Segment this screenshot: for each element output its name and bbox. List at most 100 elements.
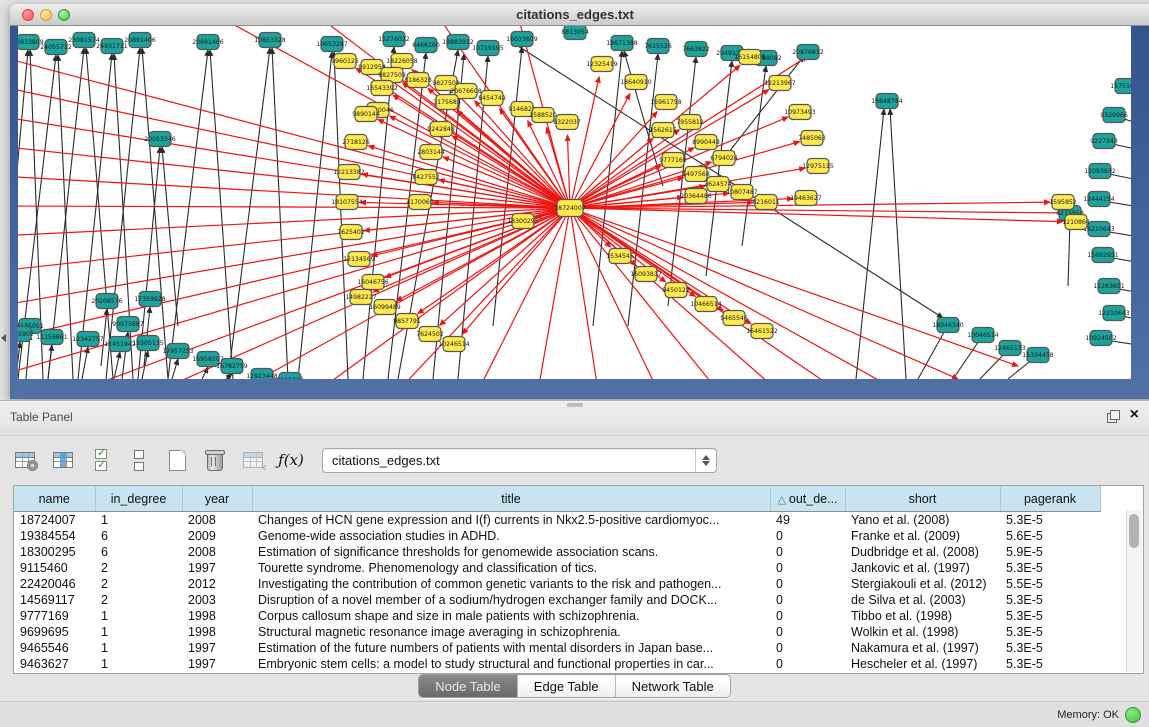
svg-text:16961758: 16961758 bbox=[650, 99, 682, 106]
memory-ok-indicator[interactable] bbox=[1125, 707, 1141, 723]
svg-text:7615526: 7615526 bbox=[644, 43, 672, 50]
svg-text:10853328: 10853328 bbox=[254, 37, 286, 44]
tab-edge-table[interactable]: Edge Table bbox=[518, 675, 616, 697]
svg-text:18046340: 18046340 bbox=[932, 322, 964, 329]
delete-table-icon: x bbox=[243, 452, 263, 468]
table-row[interactable]: 911546021997Tourette syndrome. Phenomeno… bbox=[14, 560, 1100, 576]
table-select-dropdown[interactable]: citations_edges.txt bbox=[322, 448, 717, 473]
table-row[interactable]: 1872400712008Changes of HCN gene express… bbox=[14, 512, 1100, 529]
table-row[interactable]: 977716911998Corpus callosum shape and si… bbox=[14, 608, 1100, 624]
svg-text:11283601: 11283601 bbox=[1093, 283, 1125, 290]
svg-text:16154808: 16154808 bbox=[734, 54, 766, 61]
svg-text:18724007: 18724007 bbox=[554, 205, 586, 212]
column-header-short[interactable]: short bbox=[845, 486, 1000, 512]
svg-text:2718126: 2718126 bbox=[342, 139, 370, 146]
table-row[interactable]: 1456911722003Disruption of a novel membe… bbox=[14, 592, 1100, 608]
table-mode-button[interactable] bbox=[12, 447, 38, 473]
svg-text:1210864: 1210864 bbox=[1062, 219, 1090, 226]
sort-ascending-icon: △ bbox=[777, 494, 785, 506]
vertical-scrollbar[interactable] bbox=[1126, 510, 1142, 672]
svg-text:20206576: 20206576 bbox=[91, 298, 123, 305]
function-builder-icon: ƒ(x) bbox=[278, 451, 304, 469]
svg-text:10719195: 10719195 bbox=[472, 45, 504, 52]
column-header-title[interactable]: title bbox=[252, 486, 770, 512]
column-header-name[interactable]: name bbox=[14, 486, 95, 512]
tab-network-table[interactable]: Network Table bbox=[616, 675, 730, 697]
svg-text:8466160: 8466160 bbox=[412, 42, 440, 49]
svg-text:12465133: 12465133 bbox=[994, 345, 1026, 352]
svg-text:20053346: 20053346 bbox=[144, 136, 176, 143]
svg-text:9450122: 9450122 bbox=[662, 287, 690, 294]
svg-text:24055712: 24055712 bbox=[40, 44, 72, 51]
cytoscape-app: citations_edges.txt 16933809240557122398… bbox=[0, 0, 1149, 727]
table-row[interactable]: 1830029562008Estimation of significance … bbox=[14, 544, 1100, 560]
column-header-pagerank[interactable]: pagerank bbox=[1000, 486, 1100, 512]
svg-text:7624502: 7624502 bbox=[416, 331, 444, 338]
svg-text:9857791: 9857791 bbox=[393, 318, 421, 325]
svg-text:10653287: 10653287 bbox=[316, 41, 348, 48]
svg-text:15334458: 15334458 bbox=[1022, 352, 1054, 359]
column-header-year[interactable]: year bbox=[182, 486, 252, 512]
svg-text:16093837: 16093837 bbox=[630, 271, 662, 278]
table-row[interactable]: 1938455462009Genome-wide association stu… bbox=[14, 528, 1100, 544]
svg-text:18640910: 18640910 bbox=[620, 79, 652, 86]
svg-text:12444154: 12444154 bbox=[1083, 196, 1115, 203]
svg-text:3175685: 3175685 bbox=[433, 99, 461, 106]
svg-text:17957253: 17957253 bbox=[162, 348, 194, 355]
svg-text:16046756: 16046756 bbox=[357, 279, 389, 286]
svg-text:9960125: 9960125 bbox=[331, 58, 359, 65]
column-header-in_degree[interactable]: in_degree bbox=[95, 486, 182, 512]
table-header-row[interactable]: namein_degreeyeartitle△out_de...shortpag… bbox=[14, 486, 1100, 512]
delete-column-button[interactable] bbox=[202, 447, 228, 473]
svg-text:12134569: 12134569 bbox=[343, 256, 375, 263]
select-all-columns-icon bbox=[95, 449, 107, 471]
svg-text:16210643: 16210643 bbox=[1083, 226, 1115, 233]
panel-resize-grip[interactable] bbox=[567, 403, 583, 407]
svg-text:19883912: 19883912 bbox=[442, 39, 474, 46]
citation-network-graph[interactable]: 1693380924055712239815742493171120891406… bbox=[18, 26, 1131, 379]
svg-text:8186328: 8186328 bbox=[404, 77, 432, 84]
svg-text:16461522: 16461522 bbox=[746, 328, 778, 335]
svg-text:12975115: 12975115 bbox=[802, 163, 834, 170]
collapsed-panel-handle-icon[interactable] bbox=[1, 334, 6, 342]
table-row[interactable]: 2242004622012Investigating the contribut… bbox=[14, 576, 1100, 592]
svg-text:11156861: 11156861 bbox=[36, 334, 68, 341]
svg-text:8216011: 8216011 bbox=[752, 199, 780, 206]
svg-text:14982227: 14982227 bbox=[345, 294, 377, 301]
scrollbar-thumb[interactable] bbox=[1129, 514, 1139, 548]
svg-text:90975887: 90975887 bbox=[112, 321, 144, 328]
tab-node-table[interactable]: Node Table bbox=[419, 675, 518, 697]
svg-text:7663822: 7663822 bbox=[682, 46, 710, 53]
node-table[interactable]: namein_degreeyeartitle△out_de...shortpag… bbox=[13, 485, 1144, 674]
create-column-button[interactable] bbox=[164, 447, 190, 473]
svg-text:12213382: 12213382 bbox=[333, 169, 365, 176]
network-view-window[interactable]: citations_edges.txt 16933809240557122398… bbox=[10, 4, 1149, 399]
table-row[interactable]: 969969511998Structural magnetic resonanc… bbox=[14, 624, 1100, 640]
node-table-grid[interactable]: namein_degreeyeartitle△out_de...shortpag… bbox=[14, 486, 1101, 672]
svg-text:11451942: 11451942 bbox=[104, 341, 136, 348]
network-canvas[interactable]: 1693380924055712239815742493171120891406… bbox=[18, 26, 1131, 379]
svg-text:9465546: 9465546 bbox=[720, 315, 748, 322]
table-row[interactable]: 946362711997Embryonic stem cells: a mode… bbox=[14, 656, 1100, 672]
svg-text:1595852: 1595852 bbox=[1049, 199, 1077, 206]
table-row[interactable]: 946554611997Estimation of the future num… bbox=[14, 640, 1100, 656]
table-panel-header: Table Panel × bbox=[0, 401, 1149, 436]
unselect-all-columns-button[interactable] bbox=[126, 447, 152, 473]
select-all-columns-button[interactable] bbox=[88, 447, 114, 473]
panel-title: Table Panel bbox=[10, 410, 73, 424]
svg-text:9329966: 9329966 bbox=[1100, 112, 1128, 119]
svg-text:9827509: 9827509 bbox=[378, 72, 406, 79]
unselect-all-columns-icon bbox=[134, 450, 144, 471]
svg-text:18226058: 18226058 bbox=[386, 58, 418, 65]
float-panel-icon[interactable] bbox=[1107, 410, 1120, 421]
dropdown-stepper-icon[interactable] bbox=[695, 449, 716, 472]
svg-text:8813054: 8813054 bbox=[561, 29, 589, 36]
window-titlebar[interactable]: citations_edges.txt bbox=[10, 4, 1149, 26]
svg-text:4170069: 4170069 bbox=[406, 199, 434, 206]
svg-text:6794024: 6794024 bbox=[710, 155, 738, 162]
column-header-out_de[interactable]: △out_de... bbox=[770, 486, 845, 512]
show-columns-button[interactable] bbox=[50, 447, 76, 473]
close-panel-icon[interactable]: × bbox=[1130, 408, 1139, 422]
function-builder-button[interactable]: ƒ(x) bbox=[278, 447, 304, 473]
svg-text:6497568: 6497568 bbox=[682, 171, 710, 178]
